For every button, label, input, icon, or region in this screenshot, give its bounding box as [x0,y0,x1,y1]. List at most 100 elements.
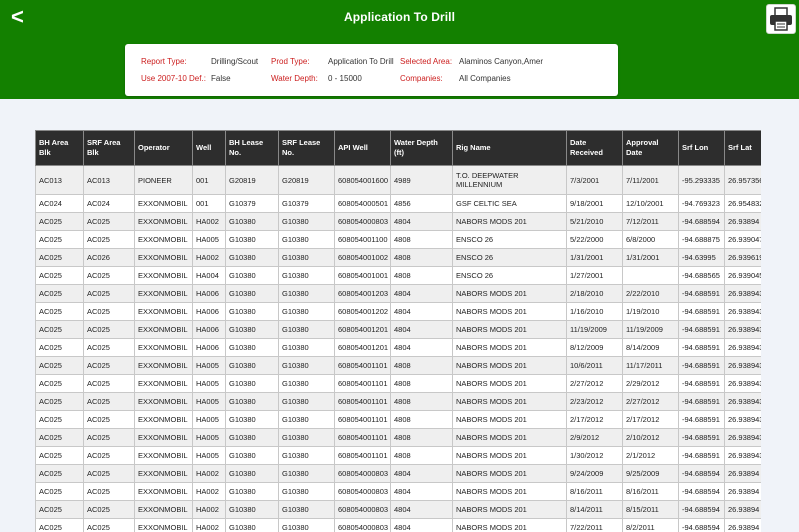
table-cell: HA005 [192,410,226,429]
table-cell: HA002 [192,500,226,519]
table-row[interactable]: AC025 AC025 EXXONMOBIL HA006 G10380 G10380 608… [35,284,761,303]
table-cell: -94.688591 [678,428,725,447]
printer-icon[interactable] [766,4,796,34]
table-cell: NABORS MODS 201 [452,356,567,375]
table-row[interactable]: AC025 AC025 EXXONMOBIL HA002 G10380 G10380 608… [35,518,761,532]
table-cell: EXXONMOBIL [134,410,193,429]
table-row[interactable]: AC025 AC025 EXXONMOBIL HA005 G10380 G10380 608… [35,428,761,447]
table-row[interactable]: AC025 AC025 EXXONMOBIL HA002 G10380 G10380 608… [35,482,761,501]
table-row[interactable]: AC025 AC025 EXXONMOBIL HA002 G10380 G10380 608… [35,500,761,519]
table-row[interactable]: AC025 AC025 EXXONMOBIL HA002 G10380 G10380 608… [35,212,761,231]
table-cell: AC025 [35,500,84,519]
table-cell: G10380 [278,356,335,375]
column-header[interactable]: SRF Area Blk [83,130,135,166]
table-row[interactable]: AC025 AC026 EXXONMOBIL HA002 G10380 G10380 608… [35,248,761,267]
column-header[interactable]: Water Depth (ft) [390,130,453,166]
table-row[interactable]: AC013 AC013 PIONEER 001 G20819 G20819 60805400… [35,165,761,195]
table-cell: EXXONMOBIL [134,518,193,532]
table-cell: 26.939619 [724,248,761,267]
table-row[interactable]: AC025 AC025 EXXONMOBIL HA006 G10380 G10380 608… [35,338,761,357]
table-row[interactable]: AC025 AC025 EXXONMOBIL HA006 G10380 G10380 608… [35,302,761,321]
column-header[interactable]: BH Area Blk [35,130,84,166]
table-row[interactable]: AC024 AC024 EXXONMOBIL 001 G10379 G10379 60805… [35,194,761,213]
column-header[interactable]: SRF Lease No. [278,130,335,166]
table-cell: 4989 [390,165,453,195]
table-row[interactable]: AC025 AC025 EXXONMOBIL HA005 G10380 G10380 608… [35,446,761,465]
table-cell: 26.954832 [724,194,761,213]
table-cell: G10380 [225,356,279,375]
table-cell: G10380 [225,284,279,303]
table-cell: HA006 [192,338,226,357]
table-cell: -94.688591 [678,356,725,375]
table-cell: 9/25/2009 [622,464,679,483]
table-cell: 4804 [390,464,453,483]
table-row[interactable]: AC025 AC025 EXXONMOBIL HA005 G10380 G10380 608… [35,392,761,411]
table-cell: G20819 [278,165,335,195]
table-cell: 608054001001 [334,266,391,285]
table-cell: 608054001600 [334,165,391,195]
column-header[interactable]: Date Received [566,130,623,166]
table-cell: EXXONMOBIL [134,392,193,411]
table-cell: G10380 [225,392,279,411]
column-header[interactable]: Rig Name [452,130,567,166]
table-cell: -94.688591 [678,320,725,339]
table-cell: AC025 [83,230,135,249]
table-cell: ENSCO 26 [452,230,567,249]
table-cell: 26.938943 [724,446,761,465]
table-cell: 11/17/2011 [622,356,679,375]
results-table-container[interactable]: BH Area Blk SRF Area Blk Operator Well B… [35,130,761,532]
table-cell: 8/12/2009 [566,338,623,357]
table-cell: HA002 [192,518,226,532]
table-cell: AC025 [35,212,84,231]
table-cell: EXXONMOBIL [134,194,193,213]
table-cell: G10380 [225,302,279,321]
table-cell: AC025 [83,446,135,465]
column-header[interactable]: Srf Lat [724,130,761,166]
table-cell: AC026 [83,248,135,267]
table-row[interactable]: AC025 AC025 EXXONMOBIL HA002 G10380 G10380 608… [35,464,761,483]
page-title: Application To Drill [343,10,456,24]
companies-value: All Companies [459,74,511,83]
table-row[interactable]: AC025 AC025 EXXONMOBIL HA005 G10380 G10380 608… [35,410,761,429]
column-header[interactable]: API Well [334,130,391,166]
table-cell: AC025 [83,518,135,532]
table-cell: 26.938943 [724,428,761,447]
column-header[interactable]: BH Lease No. [225,130,279,166]
table-cell: NABORS MODS 201 [452,320,567,339]
report-type-value: Drilling/Scout [211,57,259,66]
column-header[interactable]: Well [192,130,226,166]
table-cell: EXXONMOBIL [134,500,193,519]
table-cell: AC025 [83,356,135,375]
table-cell: AC025 [35,302,84,321]
table-cell: AC025 [83,374,135,393]
column-header[interactable]: Srf Lon [678,130,725,166]
table-cell: HA005 [192,230,226,249]
table-cell: 608054001101 [334,428,391,447]
table-cell: G10380 [278,464,335,483]
table-cell: 26.938943 [724,392,761,411]
table-cell: NABORS MODS 201 [452,338,567,357]
table-cell: 001 [192,165,226,195]
table-row[interactable]: AC025 AC025 EXXONMOBIL HA006 G10380 G10380 608… [35,320,761,339]
table-cell: HA005 [192,356,226,375]
table-row[interactable]: AC025 AC025 EXXONMOBIL HA005 G10380 G10380 608… [35,356,761,375]
water-depth-label: Water Depth: [271,74,318,83]
table-cell: HA005 [192,428,226,447]
table-cell: G10380 [225,482,279,501]
table-cell: 26.93894 [724,464,761,483]
table-cell: -94.688591 [678,302,725,321]
table-cell: G10380 [278,302,335,321]
selected-area-label: Selected Area: [400,57,453,66]
table-cell: 26.957356 [724,165,761,195]
table-cell: 2/9/2012 [566,428,623,447]
table-cell: EXXONMOBIL [134,446,193,465]
column-header[interactable]: Operator [134,130,193,166]
table-row[interactable]: AC025 AC025 EXXONMOBIL HA005 G10380 G10380 608… [35,230,761,249]
column-header[interactable]: Approval Date [622,130,679,166]
table-cell: 2/10/2012 [622,428,679,447]
table-row[interactable]: AC025 AC025 EXXONMOBIL HA004 G10380 G10380 608… [35,266,761,285]
table-cell: G10380 [278,500,335,519]
table-cell: AC025 [35,284,84,303]
table-row[interactable]: AC025 AC025 EXXONMOBIL HA005 G10380 G10380 608… [35,374,761,393]
table-cell: 10/6/2011 [566,356,623,375]
